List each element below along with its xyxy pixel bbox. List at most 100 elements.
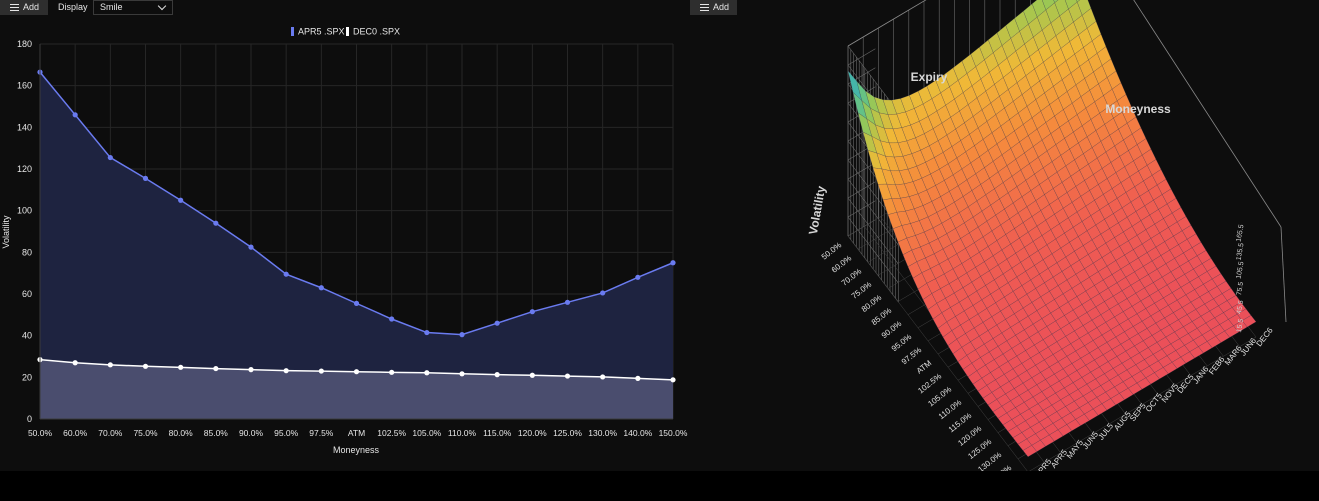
x-tick-label: ATM [348,428,365,438]
data-point-apr5 [248,244,254,250]
expiry-tick-label: JUL5 [1097,421,1116,442]
data-point-apr5 [529,309,535,315]
data-point-dec0 [389,369,395,375]
moneyness-axis-title: Moneyness [1105,102,1171,116]
z-tick-label: 75.5 [1236,281,1245,296]
y-tick-label: 80 [22,247,32,257]
moneyness-tick-label: 85.0% [870,306,893,327]
data-point-dec0 [283,368,289,374]
x-tick-label: 110.0% [448,428,477,438]
x-tick-label: 150.0% [659,428,688,438]
data-point-dec0 [353,369,360,375]
data-point-apr5 [142,175,149,181]
expiry-tick-label: DEC6 [1254,325,1275,348]
z-tick-label: 105.5 [1236,261,1246,280]
y-axis-title: Volatility [1,215,11,249]
data-point-apr5 [318,285,324,291]
data-point-dec0 [107,362,113,368]
legend-label: APR5 .SPX [298,27,345,37]
data-point-dec0 [318,368,324,374]
expiry-tick-label: SEP5 [1128,401,1148,423]
legend-swatch [291,27,294,36]
moneyness-tick-label: 95.0% [890,332,913,353]
expiry-tick-label: APR5 [1049,447,1069,469]
data-point-apr5 [494,320,500,326]
moneyness-tick-label: 75.0% [850,280,873,301]
data-point-dec0 [494,372,500,378]
moneyness-tick-label: 60.0% [830,254,853,275]
surface-mesh [847,0,1257,458]
x-tick-label: 102.5% [377,428,406,438]
y-tick-label: 160 [17,81,32,91]
expiry-tick-label: JUN6 [1239,336,1259,358]
legend-label: DEC0 .SPX [353,27,400,37]
x-tick-label: 90.0% [239,428,264,438]
y-tick-label: 60 [22,289,32,299]
data-point-dec0 [213,365,219,372]
x-tick-label: 97.5% [309,428,334,438]
x-tick-label: 140.0% [623,428,652,438]
data-point-apr5 [564,299,571,305]
surface-chart: Expiry Moneyness Volatility 50.0%60.0%70.0%… [806,0,1287,471]
data-point-dec0 [529,372,535,378]
x-tick-label: 60.0% [63,428,88,438]
x-tick-label: 80.0% [169,428,194,438]
data-point-apr5 [353,300,360,306]
x-tick-label: 85.0% [204,428,229,438]
expiry-tick-label: AUG5 [1112,409,1133,432]
data-point-apr5 [72,112,78,118]
data-point-apr5 [600,290,606,296]
box-edge [1280,226,1287,323]
data-point-apr5 [424,329,430,336]
x-tick-label: 130.0% [588,428,617,438]
moneyness-tick-label: 97.5% [900,345,923,366]
moneyness-tick-label: 50.0% [820,240,843,261]
data-point-apr5 [635,274,641,280]
data-point-apr5 [670,260,676,266]
data-point-dec0 [670,377,676,383]
data-point-apr5 [107,154,113,161]
x-tick-label: 125.0% [553,428,582,438]
data-point-apr5 [213,220,219,226]
expiry-tick-label: JAN6 [1191,364,1210,385]
data-point-dec0 [178,364,184,370]
x-tick-label: 50.0% [28,428,53,438]
x-tick-label: 70.0% [98,428,123,438]
x-tick-label: 95.0% [274,428,299,438]
x-tick-label: 75.0% [133,428,158,438]
bottom-bar [0,471,1319,501]
expiry-tick-label: NOV5 [1160,381,1181,404]
x-tick-label: 115.0% [483,428,512,438]
data-point-apr5 [389,316,395,322]
surface-chart-panel: Add Expiry Moneyness Volatility 50.0% 60.0% 7… [688,0,1319,471]
expiry-axis-title: Expiry [911,70,948,84]
y-tick-label: 180 [17,39,32,49]
data-point-dec0 [459,371,465,377]
z-tick-label: 165.5 [1236,224,1246,243]
data-point-dec0 [248,367,254,373]
moneyness-tick-label: ATM [915,358,934,375]
data-point-dec0 [424,370,430,376]
y-tick-label: 100 [17,206,32,216]
volatility-axis-title: Volatility [806,185,828,236]
expiry-tick-label: DEC5 [1175,372,1196,395]
moneyness-tick-label: 80.0% [860,293,883,314]
data-point-apr5 [283,271,289,277]
z-tick-label: 135.5 [1236,242,1246,261]
y-tick-label: 120 [17,164,32,174]
data-point-dec0 [142,363,149,369]
y-tick-label: 140 [17,122,32,132]
data-point-dec0 [564,373,571,379]
x-axis-title: Moneyness [333,445,380,455]
smile-chart-panel: Add Display Smile 0 20 40 60 80 100 120 140 160 1… [0,0,688,471]
moneyness-tick-label: 70.0% [840,267,863,288]
data-point-dec0 [600,374,606,380]
data-point-apr5 [459,332,465,338]
expiry-tick-label: MAR6 [1223,343,1244,366]
data-point-apr5 [178,197,184,203]
y-tick-label: 0 [27,414,32,424]
y-tick-label: 20 [22,372,32,382]
smile-chart: 0 20 40 60 80 100 120 140 160 180 50.0% 60.0% 70.0% 7… [1,27,688,456]
x-tick-label: 120.0% [518,428,547,438]
expiry-tick-label: OCT5 [1144,391,1165,414]
